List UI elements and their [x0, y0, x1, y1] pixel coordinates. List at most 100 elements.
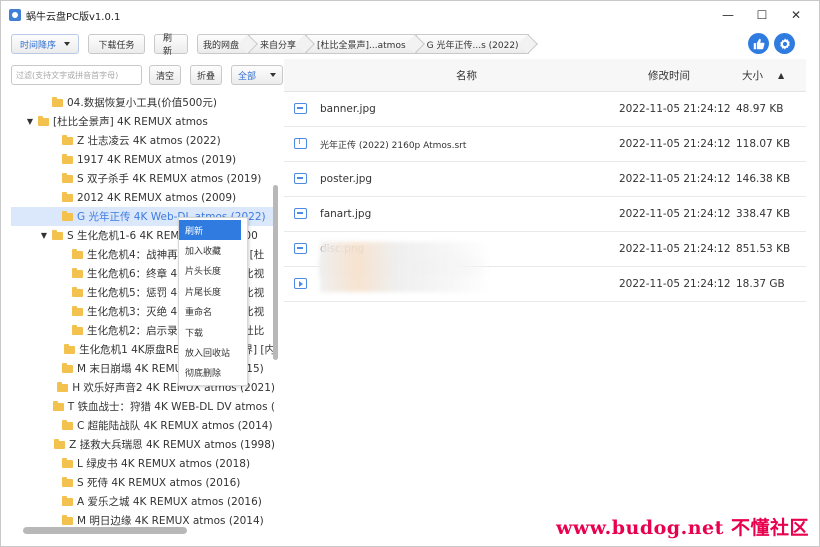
folder-icon	[62, 210, 73, 221]
folder-icon	[72, 286, 83, 297]
expand-toggle-icon[interactable]: ▼	[25, 117, 35, 126]
tree-item-label: M 明日边缘 4K REMUX atmos (2014)	[77, 515, 264, 527]
file-size: 338.47 KB	[736, 208, 791, 220]
minimize-button[interactable]: —	[711, 3, 745, 27]
breadcrumb: 我的网盘 来自分享 [杜比全景声]...atmos G 光年正传...s (20…	[197, 34, 529, 54]
thumbs-up-icon[interactable]	[748, 33, 769, 54]
file-size: 48.97 KB	[736, 103, 784, 115]
window-controls: — ☐ ✕	[711, 3, 813, 27]
redaction-blur	[320, 257, 490, 292]
tree-filter-row: 清空 折叠 全部	[11, 63, 284, 87]
watermark: www.budog.net 不懂社区	[555, 517, 809, 539]
file-modified-time: 2022-11-05 21:24:12	[619, 208, 731, 220]
breadcrumb-item[interactable]: G 光年正传...s (2022)	[415, 34, 529, 54]
tree-item-label: T 铁血战士：狩猎 4K WEB-DL DV atmos (	[67, 401, 275, 413]
image-file-icon	[294, 103, 307, 114]
clear-button[interactable]: 清空	[148, 65, 181, 85]
chevron-down-icon	[270, 73, 277, 77]
tree-item[interactable]: L 绿皮书 4K REMUX atmos (2018)	[11, 454, 275, 473]
folder-icon	[62, 134, 73, 145]
folder-icon	[38, 115, 49, 126]
gear-icon[interactable]	[774, 33, 795, 54]
tree-item-label: 1917 4K REMUX atmos (2019)	[77, 153, 237, 166]
tree-item[interactable]: S 双子杀手 4K REMUX atmos (2019)	[11, 169, 275, 188]
text-file-icon	[294, 137, 307, 149]
window-title: 蜗牛云盘PC版v1.0.1	[26, 11, 121, 23]
file-modified-time: 2022-11-05 21:24:12	[619, 243, 731, 255]
refresh-button[interactable]: 刷新	[154, 34, 188, 57]
expand-toggle-icon[interactable]: ▼	[39, 231, 49, 240]
title-bar: 蜗牛云盘PC版v1.0.1 — ☐ ✕	[1, 1, 819, 29]
filter-select[interactable]: 全部	[231, 65, 284, 85]
breadcrumb-item[interactable]: 我的网盘	[197, 34, 250, 54]
app-logo-icon	[9, 9, 21, 21]
tree-item-label: 04.数据恢复小工具(价值500元)	[67, 97, 217, 109]
toolbar: 时间降序 下载任务 刷新 我的网盘 来自分享 [杜比全景声]...atmos G…	[1, 29, 819, 59]
file-modified-time: 2022-11-05 21:24:12	[619, 278, 731, 290]
tree-item[interactable]: S 死侍 4K REMUX atmos (2016)	[11, 473, 275, 492]
tree-item[interactable]: Z 壮志凌云 4K atmos (2022)	[11, 131, 275, 150]
tree-item[interactable]: C 超能陆战队 4K REMUX atmos (2014)	[11, 416, 275, 435]
file-row[interactable]: 2022-11-05 21:24:12 18.37 GB	[284, 257, 806, 302]
context-menu-item[interactable]: 刷新	[179, 220, 241, 241]
folder-icon	[62, 495, 73, 506]
column-header-size[interactable]: 大小	[742, 68, 763, 83]
context-menu-item[interactable]: 放入回收站	[179, 342, 247, 362]
folder-icon	[54, 438, 66, 449]
file-name: fanart.jpg	[320, 208, 372, 220]
file-size: 118.07 KB	[736, 138, 791, 150]
context-menu-item[interactable]: 加入收藏	[179, 240, 247, 260]
context-menu-item[interactable]: 下载	[179, 322, 247, 342]
context-menu-item[interactable]: 片头长度	[179, 261, 247, 281]
file-modified-time: 2022-11-05 21:24:12	[619, 173, 731, 185]
video-file-icon	[294, 278, 307, 289]
file-name: 光年正传 (2022) 2160p Atmos.srt	[320, 140, 467, 151]
tree-item-label: Z 壮志凌云 4K atmos (2022)	[77, 135, 221, 147]
column-header-time[interactable]: 修改时间	[648, 68, 690, 83]
folder-icon	[72, 305, 83, 316]
tree-horizontal-scrollbar[interactable]	[23, 527, 187, 534]
tree-item[interactable]: ▼ [杜比全景声] 4K REMUX atmos	[11, 112, 275, 131]
folder-icon	[62, 172, 73, 183]
tree-item[interactable]: 2012 4K REMUX atmos (2009)	[11, 188, 275, 207]
column-header-name[interactable]: 名称	[456, 68, 477, 83]
breadcrumb-item[interactable]: [杜比全景声]...atmos	[306, 34, 416, 54]
tree-item-label: S 死侍 4K REMUX atmos (2016)	[77, 477, 241, 489]
tree-item[interactable]: 04.数据恢复小工具(价值500元)	[11, 93, 275, 112]
folder-icon	[64, 343, 76, 354]
tree-item[interactable]: 1917 4K REMUX atmos (2019)	[11, 150, 275, 169]
folder-icon	[62, 362, 73, 373]
tree-vertical-scrollbar[interactable]	[273, 185, 278, 360]
maximize-button[interactable]: ☐	[745, 3, 779, 27]
tree-filter-input[interactable]	[11, 65, 142, 85]
sort-dropdown[interactable]: 时间降序	[11, 34, 79, 54]
sort-ascending-icon[interactable]: ▲	[778, 71, 784, 80]
context-menu-item[interactable]: 片尾长度	[179, 281, 247, 301]
folder-icon	[72, 248, 83, 259]
image-file-icon	[294, 243, 307, 254]
file-row[interactable]: fanart.jpg 2022-11-05 21:24:12 338.47 KB	[284, 197, 806, 232]
context-menu: 刷新 加入收藏 片头长度 片尾长度 重命名 下载 放入回收站 彻底删除	[178, 217, 248, 387]
tree-item[interactable]: T 铁血战士：狩猎 4K WEB-DL DV atmos (	[11, 397, 275, 416]
folder-icon	[62, 153, 73, 164]
collapse-button[interactable]: 折叠	[190, 65, 223, 85]
file-row[interactable]: banner.jpg 2022-11-05 21:24:12 48.97 KB	[284, 92, 806, 127]
file-list-header: 名称 修改时间 大小 ▲	[284, 59, 806, 92]
tree-item-label: 2012 4K REMUX atmos (2009)	[77, 191, 237, 204]
context-menu-item[interactable]: 重命名	[179, 302, 247, 322]
file-size: 18.37 GB	[736, 278, 785, 290]
sort-label: 时间降序	[20, 40, 57, 51]
file-modified-time: 2022-11-05 21:24:12	[619, 138, 731, 150]
tree-item[interactable]: Z 拯救大兵瑞恩 4K REMUX atmos (1998)	[11, 435, 275, 454]
close-button[interactable]: ✕	[779, 3, 813, 27]
file-list: 名称 修改时间 大小 ▲ banner.jpg 2022-11-05 21:24:…	[284, 59, 806, 309]
file-row[interactable]: 光年正传 (2022) 2160p Atmos.srt 2022-11-05 21…	[284, 127, 806, 162]
file-name: poster.jpg	[320, 173, 373, 185]
folder-icon	[62, 514, 73, 525]
tree-item[interactable]: A 爱乐之城 4K REMUX atmos (2016)	[11, 492, 275, 511]
folder-icon	[72, 324, 83, 335]
tree-item-label: L 绿皮书 4K REMUX atmos (2018)	[77, 458, 251, 470]
file-row[interactable]: poster.jpg 2022-11-05 21:24:12 146.38 KB	[284, 162, 806, 197]
download-tasks-button[interactable]: 下载任务	[88, 34, 145, 54]
context-menu-item[interactable]: 彻底删除	[179, 363, 247, 383]
